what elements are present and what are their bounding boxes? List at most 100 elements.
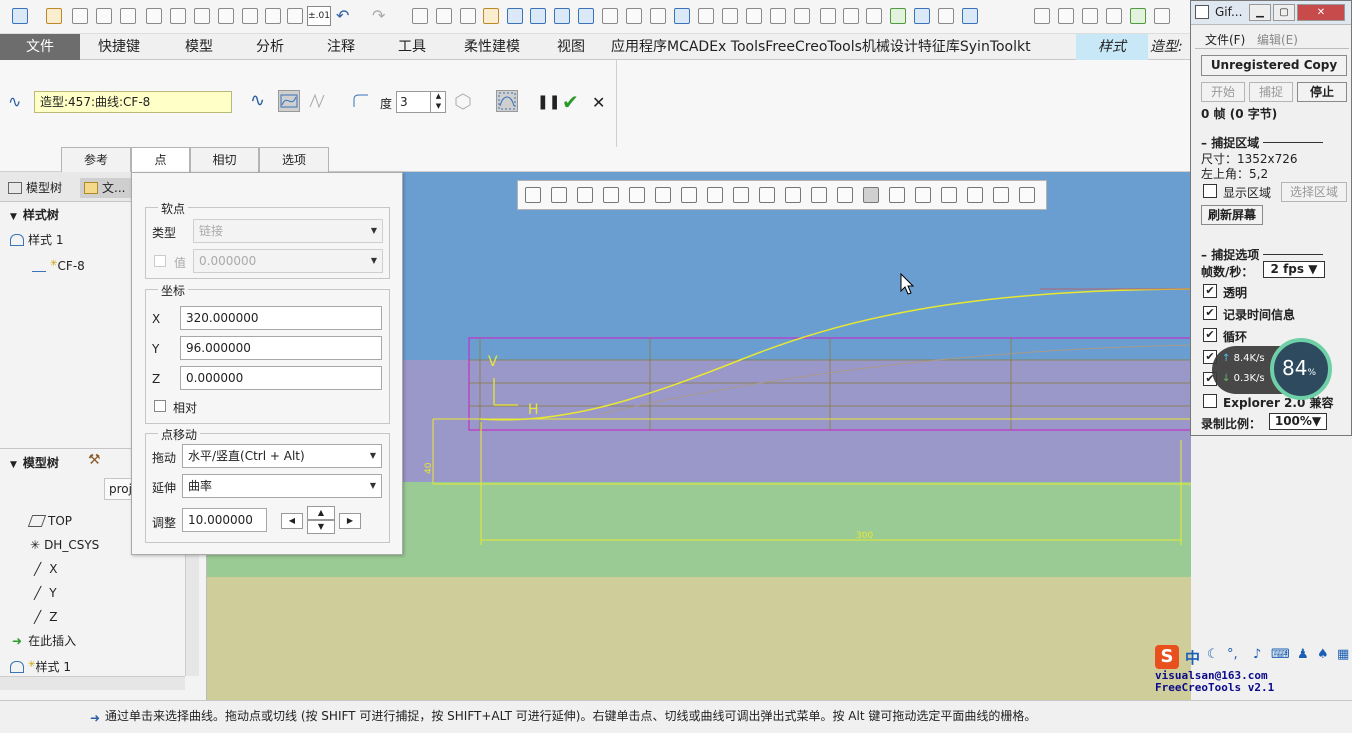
view-manager-icon[interactable] bbox=[681, 187, 697, 203]
capture-button[interactable]: 捕捉 bbox=[1249, 82, 1293, 102]
tree-item-style1-bottom[interactable]: ✳样式 1 bbox=[10, 655, 71, 675]
type-select[interactable]: 链接 ▼ bbox=[193, 219, 383, 243]
surface-icon[interactable] bbox=[483, 8, 499, 24]
help-icon[interactable] bbox=[1154, 8, 1170, 24]
unregistered-button[interactable]: Unregistered Copy bbox=[1201, 55, 1347, 76]
fps-select[interactable]: 2 fps ▼ bbox=[1263, 261, 1325, 278]
ime-lang[interactable]: 中 bbox=[1185, 647, 1200, 668]
tree-item-csys[interactable]: ✳ DH_CSYS bbox=[30, 535, 99, 555]
refit-icon[interactable] bbox=[525, 187, 541, 203]
settings-icon[interactable] bbox=[287, 8, 303, 24]
datum-display-icon[interactable] bbox=[759, 187, 775, 203]
value-input[interactable]: 0.000000 ▼ bbox=[193, 249, 383, 273]
tab-file-browser[interactable]: 文... bbox=[80, 178, 132, 198]
save-icon[interactable] bbox=[146, 8, 162, 24]
adjust-left-button[interactable]: ◀ bbox=[281, 513, 303, 529]
monitor-icon[interactable] bbox=[962, 8, 978, 24]
tree-item-z[interactable]: ╱ Z bbox=[34, 607, 57, 627]
doc2-icon[interactable] bbox=[794, 8, 810, 24]
filter-icon[interactable] bbox=[194, 8, 210, 24]
doc-icon[interactable] bbox=[770, 8, 786, 24]
tab-tools[interactable]: 工具 bbox=[398, 34, 426, 60]
redo-icon[interactable]: ↷ bbox=[372, 6, 385, 25]
scale-select[interactable]: 100%▼ bbox=[1269, 413, 1327, 430]
copy2-icon[interactable] bbox=[746, 8, 762, 24]
line-icon[interactable] bbox=[820, 8, 836, 24]
gear-icon[interactable] bbox=[1130, 8, 1146, 24]
close-button[interactable]: ✕ bbox=[1297, 4, 1345, 21]
pen-icon[interactable] bbox=[460, 8, 476, 24]
timeinfo-checkbox[interactable]: ✔ bbox=[1203, 306, 1217, 320]
x-input[interactable]: 320.000000 bbox=[180, 306, 382, 330]
zoom-out-icon[interactable] bbox=[577, 187, 593, 203]
drag-select[interactable]: 水平/竖直(Ctrl + Alt) ▼ bbox=[182, 444, 382, 468]
curvature-display-icon[interactable] bbox=[889, 187, 905, 203]
grid-icon[interactable] bbox=[602, 8, 618, 24]
regen-icon[interactable] bbox=[170, 8, 186, 24]
hex-button[interactable] bbox=[452, 90, 474, 112]
tools-icon[interactable]: ⚒ bbox=[88, 452, 108, 472]
tab-view[interactable]: 视图 bbox=[557, 34, 585, 60]
horizontal-scrollbar[interactable] bbox=[0, 676, 185, 690]
cross-icon[interactable] bbox=[1058, 8, 1074, 24]
skin-icon[interactable]: ♟ bbox=[1297, 647, 1309, 662]
free-curve-icon[interactable]: ∿ bbox=[250, 90, 265, 111]
relative-checkbox[interactable] bbox=[154, 400, 166, 412]
plane-display-icon[interactable] bbox=[785, 187, 801, 203]
tab-file[interactable]: 文件 bbox=[0, 34, 80, 60]
pause-icon[interactable]: ❚❚ bbox=[537, 94, 560, 110]
stop-button[interactable]: 停止 bbox=[1297, 82, 1347, 102]
bracket-icon[interactable] bbox=[843, 8, 859, 24]
subtab-references[interactable]: 参考 bbox=[61, 147, 131, 172]
ok-icon[interactable]: ✔ bbox=[562, 90, 579, 114]
adjust-up-button[interactable]: ▲ bbox=[307, 506, 335, 520]
tab-flex[interactable]: 柔性建模 bbox=[464, 34, 520, 60]
diamond-icon[interactable] bbox=[650, 8, 666, 24]
refresh-screen-button[interactable]: 刷新屏幕 bbox=[1201, 205, 1263, 225]
cos-curve-button[interactable] bbox=[306, 90, 328, 112]
saved-views-icon[interactable] bbox=[655, 187, 671, 203]
annotation-display-icon[interactable] bbox=[915, 187, 931, 203]
keyboard-icon[interactable]: ⌨ bbox=[1271, 647, 1290, 662]
split-view-icon[interactable] bbox=[1019, 187, 1035, 203]
active-plane-icon[interactable] bbox=[967, 187, 983, 203]
point-display-icon[interactable] bbox=[837, 187, 853, 203]
style-tree-header[interactable]: ▼ 样式树 bbox=[10, 205, 59, 225]
snap-icon[interactable] bbox=[242, 8, 258, 24]
sogou-icon[interactable]: S bbox=[1155, 645, 1179, 669]
adjust-down-button[interactable]: ▼ bbox=[307, 520, 335, 534]
dimension-300-label[interactable]: 300 bbox=[856, 531, 873, 541]
tool-icon[interactable] bbox=[218, 8, 234, 24]
draw-icon[interactable] bbox=[96, 8, 112, 24]
subtab-point[interactable]: 点 bbox=[131, 147, 190, 172]
mic-icon[interactable]: ♪ bbox=[1253, 647, 1261, 662]
open-icon[interactable] bbox=[46, 8, 62, 24]
display-style-icon[interactable] bbox=[629, 187, 645, 203]
shirt-icon[interactable]: ♠ bbox=[1317, 647, 1329, 662]
window-icon[interactable] bbox=[12, 8, 28, 24]
repaint-icon[interactable] bbox=[603, 187, 619, 203]
tree-item-y[interactable]: ╱ Y bbox=[34, 583, 57, 603]
wave-icon[interactable] bbox=[554, 8, 570, 24]
list-icon[interactable] bbox=[626, 8, 642, 24]
cancel-icon[interactable]: ✕ bbox=[592, 93, 605, 112]
axis-display-icon[interactable] bbox=[811, 187, 827, 203]
tab-model-tree[interactable]: 模型树 bbox=[8, 178, 62, 198]
model-tree-header[interactable]: ▼ 模型树 bbox=[10, 453, 59, 473]
tree-item-insert-here[interactable]: ➜ 在此插入 bbox=[12, 631, 76, 651]
maximize-button[interactable]: ▢ bbox=[1273, 4, 1295, 21]
start-button[interactable]: 开始 bbox=[1201, 82, 1245, 102]
tab-shortcut[interactable]: 快捷键 bbox=[98, 34, 140, 60]
subtab-options[interactable]: 选项 bbox=[259, 147, 329, 172]
grid-display-icon[interactable] bbox=[941, 187, 957, 203]
globe-icon[interactable] bbox=[890, 8, 906, 24]
degree-spinner[interactable]: ▲ ▼ bbox=[430, 91, 446, 113]
image-icon[interactable] bbox=[914, 8, 930, 24]
undo-icon[interactable]: ↶ bbox=[336, 6, 349, 25]
measure-icon[interactable] bbox=[530, 8, 546, 24]
tab-model[interactable]: 模型 bbox=[185, 34, 213, 60]
layer-icon[interactable] bbox=[674, 8, 690, 24]
text-icon[interactable] bbox=[938, 8, 954, 24]
curvature-button[interactable] bbox=[496, 90, 518, 112]
wave2-icon[interactable] bbox=[1034, 8, 1050, 24]
